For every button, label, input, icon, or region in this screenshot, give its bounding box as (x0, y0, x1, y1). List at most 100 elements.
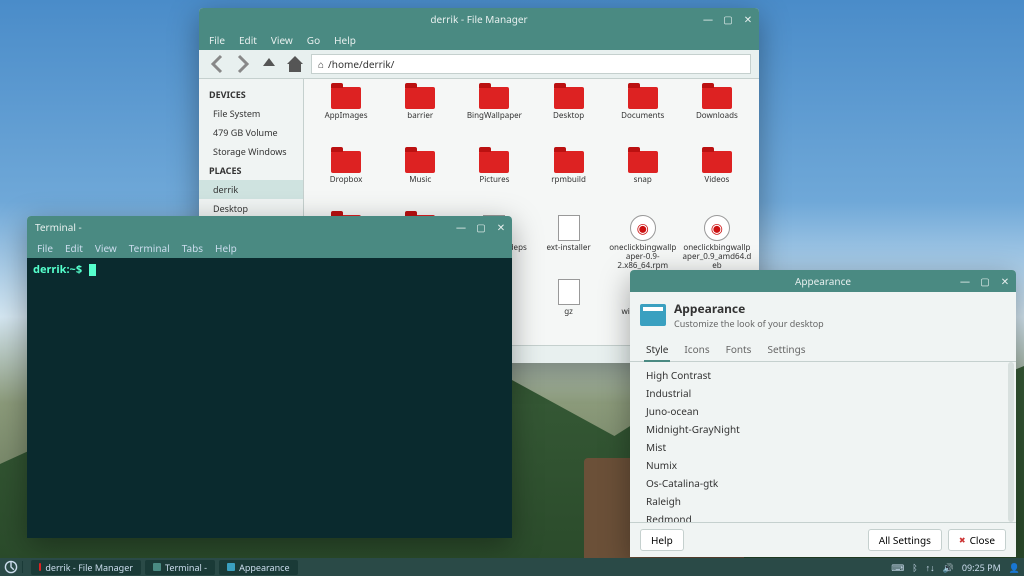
menu-edit[interactable]: Edit (65, 241, 83, 255)
menu-view[interactable]: View (95, 241, 117, 255)
bluetooth-icon[interactable]: ᛒ (912, 561, 917, 574)
file-item[interactable]: Pictures (458, 151, 530, 213)
file-label: Downloads (696, 112, 738, 121)
style-option[interactable]: Raleigh (636, 492, 1010, 510)
close-label: Close (970, 533, 995, 547)
style-option[interactable]: Os-Catalina-gtk (636, 474, 1010, 492)
scrollbar[interactable] (1008, 362, 1014, 522)
file-label: Pictures (479, 176, 509, 185)
style-option[interactable]: Mist (636, 438, 1010, 456)
doc-icon (558, 279, 580, 305)
folder-icon (554, 87, 584, 109)
forward-button[interactable] (233, 54, 253, 74)
tab-fonts[interactable]: Fonts (724, 338, 754, 361)
all-settings-button[interactable]: All Settings (868, 529, 942, 551)
file-item[interactable]: AppImages (310, 87, 382, 149)
terminal-content[interactable]: derrik:~$ (27, 258, 512, 538)
style-option[interactable]: High Contrast (636, 366, 1010, 384)
menu-tabs[interactable]: Tabs (182, 241, 203, 255)
minimize-button[interactable]: — (701, 12, 715, 26)
file-item[interactable]: Downloads (681, 87, 753, 149)
home-button[interactable] (285, 54, 305, 74)
appearance-titlebar[interactable]: Appearance — ▢ ✕ (630, 270, 1016, 292)
sidebar-device[interactable]: 479 GB Volume (199, 123, 303, 142)
sidebar-place-derrik[interactable]: derrik (199, 180, 303, 199)
menu-file[interactable]: File (209, 33, 225, 47)
minimize-button[interactable]: — (958, 274, 972, 288)
file-label: Dropbox (330, 176, 363, 185)
maximize-button[interactable]: ▢ (978, 274, 992, 288)
file-label: snap (634, 176, 652, 185)
file-manager-titlebar[interactable]: derrik - File Manager — ▢ ✕ (199, 8, 759, 30)
file-item[interactable]: Videos (681, 151, 753, 213)
maximize-button[interactable]: ▢ (721, 12, 735, 26)
close-dialog-button[interactable]: Close (948, 529, 1006, 551)
file-item[interactable]: BingWallpaper (458, 87, 530, 149)
terminal-titlebar[interactable]: Terminal - — ▢ ✕ (27, 216, 512, 238)
file-item[interactable]: Dropbox (310, 151, 382, 213)
taskbar-button[interactable]: Appearance (219, 560, 298, 575)
file-item[interactable]: Desktop (532, 87, 604, 149)
file-item[interactable]: ext-installer (532, 215, 604, 277)
file-item[interactable]: ◉oneclickbingwallpaper_0.9_amd64.deb (681, 215, 753, 277)
file-manager-title: derrik - File Manager (430, 12, 527, 26)
file-label: oneclickbingwallpaper_0.9_amd64.deb (682, 244, 752, 270)
task-icon (39, 563, 41, 571)
file-item[interactable]: ◉oneclickbingwallpaper-0.9-2.x86_64.rpm (607, 215, 679, 277)
clock[interactable]: 09:25 PM (962, 561, 1001, 574)
taskbar-button[interactable]: Terminal - (145, 560, 215, 575)
file-item[interactable]: snap (607, 151, 679, 213)
close-button[interactable]: ✕ (998, 274, 1012, 288)
home-icon: ⌂ (318, 57, 324, 71)
help-label: Help (651, 533, 673, 547)
menu-help[interactable]: Help (215, 241, 237, 255)
menu-edit[interactable]: Edit (239, 33, 257, 47)
task-label: Appearance (239, 561, 290, 574)
style-option[interactable]: Industrial (636, 384, 1010, 402)
network-icon[interactable]: ↑↓ (926, 561, 935, 574)
help-button[interactable]: Help (640, 529, 684, 551)
terminal-menubar: File Edit View Terminal Tabs Help (27, 238, 512, 258)
taskbar-button[interactable]: derrik - File Manager (31, 560, 141, 575)
file-item[interactable]: barrier (384, 87, 456, 149)
folder-icon (628, 87, 658, 109)
menu-view[interactable]: View (271, 33, 293, 47)
sidebar-device[interactable]: Storage Windows (199, 142, 303, 161)
style-list[interactable]: High ContrastIndustrialJuno-oceanMidnigh… (630, 362, 1016, 522)
file-label: Desktop (553, 112, 584, 121)
close-button[interactable]: ✕ (741, 12, 755, 26)
maximize-button[interactable]: ▢ (474, 220, 488, 234)
up-button[interactable] (259, 54, 279, 74)
menu-go[interactable]: Go (307, 33, 320, 47)
style-option[interactable]: Midnight-GrayNight (636, 420, 1010, 438)
terminal-prompt: derrik:~$ (33, 262, 82, 277)
tab-style[interactable]: Style (644, 338, 670, 362)
tab-settings[interactable]: Settings (765, 338, 807, 361)
file-item[interactable]: Music (384, 151, 456, 213)
sidebar-device[interactable]: File System (199, 104, 303, 123)
file-item[interactable]: Documents (607, 87, 679, 149)
tab-icons[interactable]: Icons (682, 338, 711, 361)
folder-icon (405, 87, 435, 109)
start-menu-button[interactable] (4, 560, 18, 574)
folder-icon (479, 151, 509, 173)
menu-file[interactable]: File (37, 241, 53, 255)
file-item[interactable]: gz (532, 279, 604, 341)
style-option[interactable]: Numix (636, 456, 1010, 474)
minimize-button[interactable]: — (454, 220, 468, 234)
style-option[interactable]: Juno-ocean (636, 402, 1010, 420)
file-label: oneclickbingwallpaper-0.9-2.x86_64.rpm (608, 244, 678, 270)
folder-icon (702, 151, 732, 173)
user-icon[interactable]: 👤 (1009, 561, 1020, 574)
file-label: gz (564, 308, 573, 317)
menu-help[interactable]: Help (334, 33, 356, 47)
file-manager-toolbar: ⌂ /home/derrik/ (199, 50, 759, 79)
file-item[interactable]: rpmbuild (532, 151, 604, 213)
keyboard-icon[interactable]: ⌨ (891, 561, 904, 574)
close-button[interactable]: ✕ (494, 220, 508, 234)
style-option[interactable]: Redmond (636, 510, 1010, 522)
back-button[interactable] (207, 54, 227, 74)
path-input[interactable]: ⌂ /home/derrik/ (311, 54, 751, 74)
menu-terminal[interactable]: Terminal (129, 241, 170, 255)
volume-icon[interactable]: 🔊 (943, 561, 954, 574)
